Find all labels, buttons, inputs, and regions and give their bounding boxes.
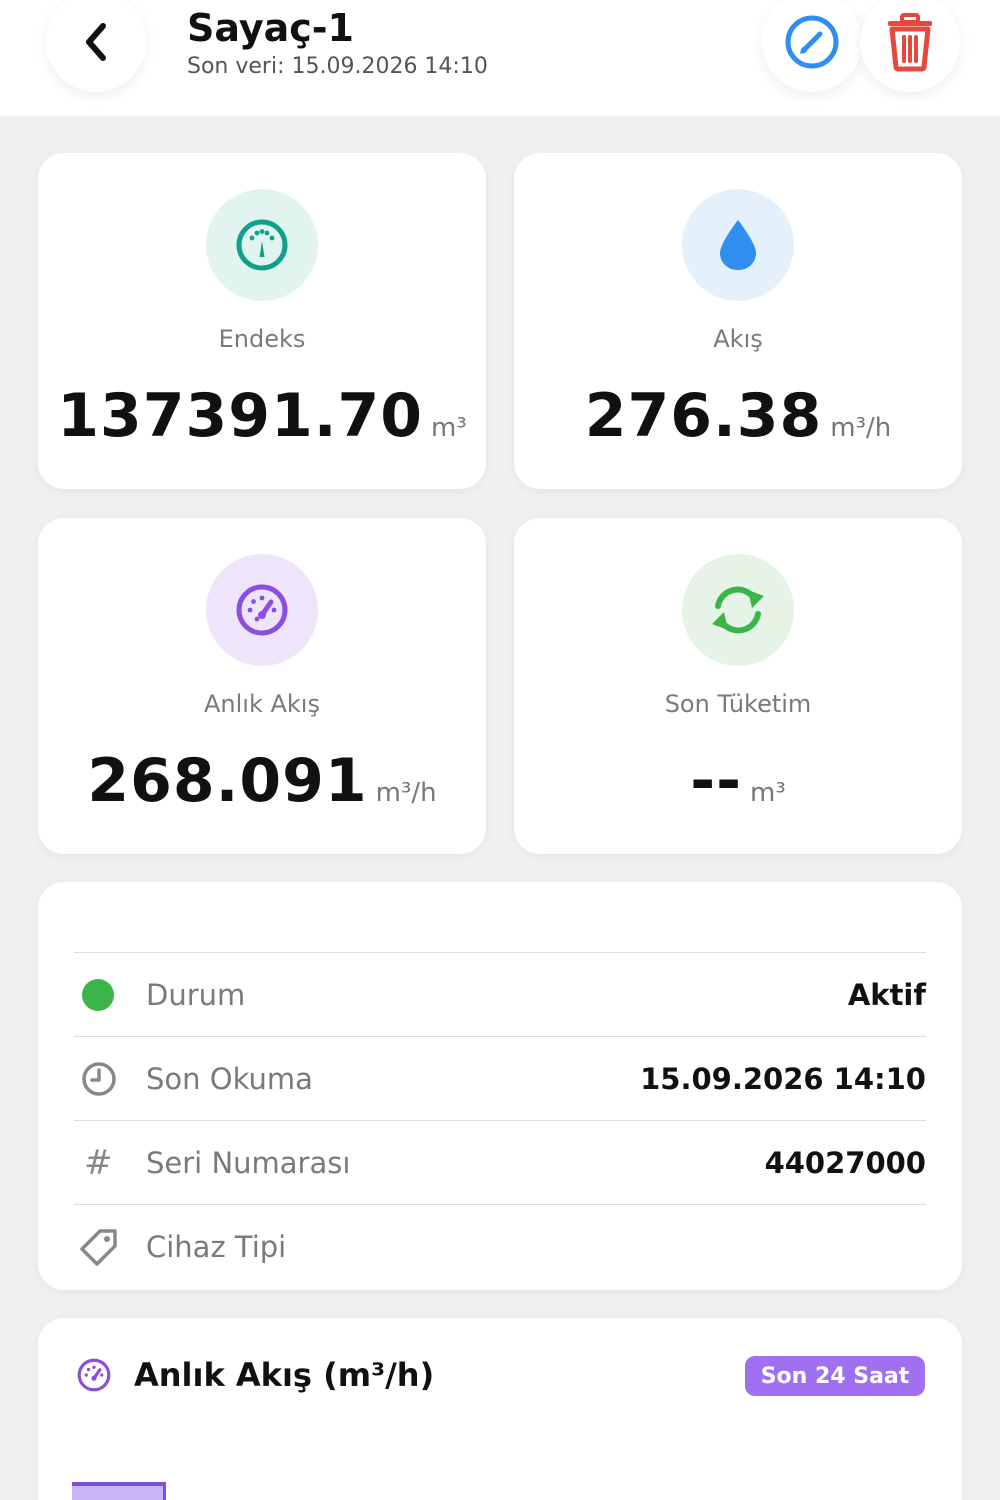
stat-unit: m³ (431, 413, 467, 443)
clock-icon (82, 1061, 116, 1096)
status-value: Aktif (847, 977, 926, 1012)
refresh-icon (712, 586, 764, 634)
stat-icon-bg (206, 189, 318, 301)
stat-value: 276.38 (584, 381, 823, 451)
stat-value-wrap: 137391.70 m³ (38, 381, 486, 451)
water-drop-icon (720, 220, 756, 270)
info-row-cihaz-tipi: Cihaz Tipi (74, 1204, 926, 1288)
app-header: Sayaç-1 Son veri: 15.09.2026 14:10 (0, 0, 1000, 116)
hash-icon: # (84, 1142, 113, 1183)
back-button[interactable] (46, 0, 146, 92)
info-row-son-okuma: Son Okuma 15.09.2026 14:10 (74, 1036, 926, 1120)
info-row-seri-numarasi: # Seri Numarası 44027000 (74, 1120, 926, 1204)
info-label: Seri Numarası (146, 1145, 351, 1180)
stat-value-wrap: 276.38 m³/h (514, 381, 962, 451)
stat-value-wrap: -- m³ (514, 746, 962, 816)
chart-header: Anlık Akış (m³/h) (76, 1356, 434, 1394)
info-label: Cihaz Tipi (146, 1229, 287, 1264)
stat-label: Endeks (218, 325, 306, 353)
stat-unit: m³ (750, 778, 786, 808)
info-label: Son Okuma (146, 1061, 313, 1096)
stat-unit: m³/h (830, 413, 892, 443)
stat-card-anlik-akis: Anlık Akış 268.091 m³/h (38, 518, 486, 854)
serial-number-value: 44027000 (764, 1145, 926, 1180)
chart-title: Anlık Akış (m³/h) (134, 1356, 435, 1394)
stat-value: 268.091 (87, 746, 368, 816)
speedometer-icon (236, 584, 288, 636)
stat-card-endeks: Endeks 137391.70 m³ (38, 153, 486, 489)
stat-icon-bg (682, 189, 794, 301)
instant-flow-chart-card: Anlık Akış (m³/h) Son 24 Saat (38, 1318, 962, 1500)
stat-value: 137391.70 (57, 381, 424, 451)
pencil-circle-icon (785, 15, 839, 69)
chevron-left-icon (86, 23, 106, 61)
page-title: Sayaç-1 (187, 6, 354, 50)
stat-unit: m³/h (375, 778, 437, 808)
stat-value: -- (690, 746, 743, 816)
delete-button[interactable] (860, 0, 960, 92)
info-label: Durum (146, 977, 246, 1012)
speedometer-icon (77, 1358, 111, 1392)
trash-icon (888, 13, 932, 72)
chart-bar (72, 1482, 166, 1500)
tag-icon (80, 1228, 117, 1266)
stat-icon-bg (682, 554, 794, 666)
last-data-timestamp: Son veri: 15.09.2026 14:10 (187, 54, 488, 79)
stat-label: Anlık Akış (204, 690, 320, 718)
status-dot-icon (82, 978, 114, 1011)
edit-button[interactable] (762, 0, 862, 92)
stat-card-son-tuketim: Son Tüketim -- m³ (514, 518, 962, 854)
stat-label: Son Tüketim (664, 690, 812, 718)
stat-label: Akış (713, 325, 763, 353)
time-range-badge[interactable]: Son 24 Saat (745, 1356, 925, 1396)
last-reading-value: 15.09.2026 14:10 (640, 1061, 926, 1096)
info-row-durum: Durum Aktif (74, 952, 926, 1036)
stat-card-akis: Akış 276.38 m³/h (514, 153, 962, 489)
gauge-icon (236, 219, 288, 271)
device-info-card: Durum Aktif Son Okuma 15.09.2026 14:10 #… (38, 882, 962, 1290)
stat-value-wrap: 268.091 m³/h (38, 746, 486, 816)
stat-icon-bg (206, 554, 318, 666)
